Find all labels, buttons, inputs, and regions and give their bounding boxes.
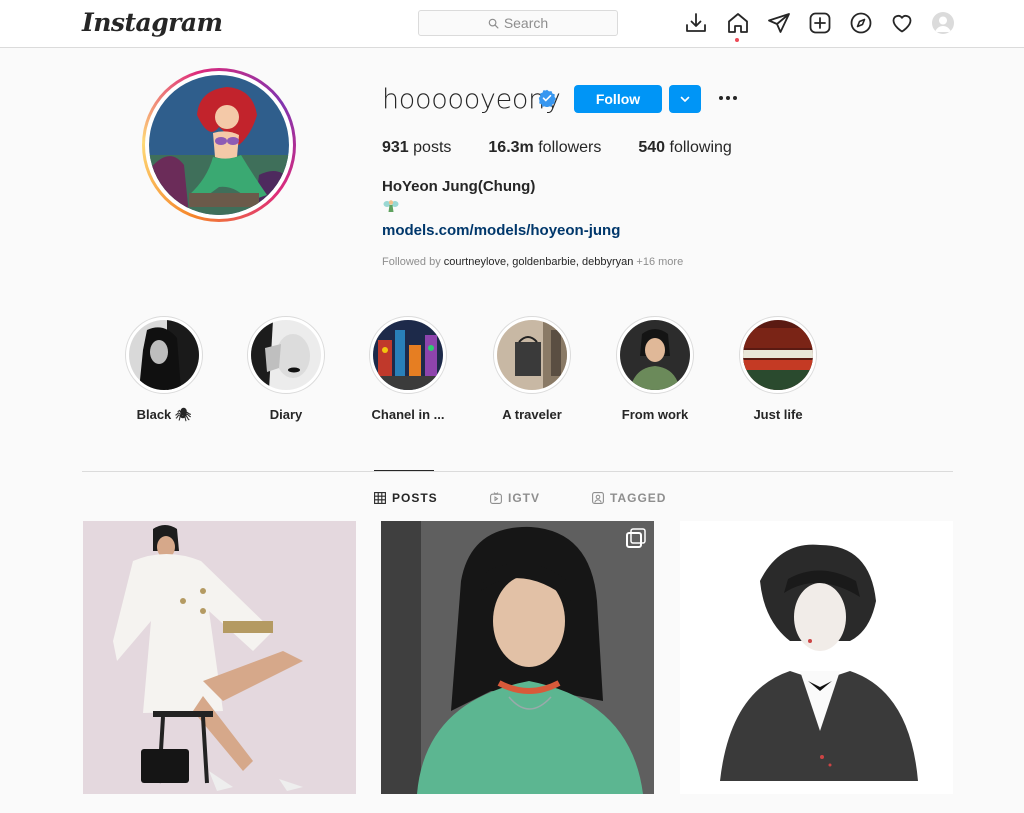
- tab-igtv[interactable]: IGTV: [490, 491, 540, 505]
- download-icon[interactable]: [684, 11, 708, 35]
- tagged-icon: [592, 492, 604, 504]
- more-options-button[interactable]: [716, 88, 740, 108]
- fairy-emoji-icon: [383, 200, 399, 212]
- suggested-accounts-button[interactable]: [669, 85, 701, 113]
- post-thumbnail[interactable]: [83, 521, 356, 794]
- new-post-icon[interactable]: [808, 11, 832, 35]
- highlight-cover: [373, 320, 443, 390]
- dot: [719, 96, 723, 100]
- followers-count[interactable]: 16.3m followers: [488, 139, 601, 157]
- highlight-item[interactable]: Just life: [728, 316, 828, 422]
- highlight-cover: [129, 320, 199, 390]
- highlight-item[interactable]: A traveler: [482, 316, 582, 422]
- search-box[interactable]: Search: [418, 10, 618, 36]
- direct-message-icon[interactable]: [767, 11, 791, 35]
- top-nav-bar: Instagram Search: [0, 0, 1024, 48]
- highlight-cover: [251, 320, 321, 390]
- follow-button[interactable]: Follow: [574, 85, 662, 113]
- home-icon[interactable]: [726, 11, 750, 35]
- instagram-logo[interactable]: Instagram: [82, 8, 223, 37]
- profile-picture-image: [149, 75, 289, 215]
- explore-icon[interactable]: [849, 11, 873, 35]
- highlight-item[interactable]: Black 🕷: [114, 316, 214, 423]
- post-thumbnail[interactable]: [680, 521, 953, 794]
- highlight-cover: [620, 320, 690, 390]
- active-tab-indicator: [374, 470, 434, 471]
- profile-avatar-icon[interactable]: [932, 12, 954, 34]
- igtv-icon: [490, 492, 502, 504]
- profile-full-name: HoYeon Jung(Chung): [382, 178, 536, 195]
- verified-badge-icon: [538, 89, 556, 107]
- dot: [726, 96, 730, 100]
- highlight-item[interactable]: Chanel in ...: [358, 316, 458, 422]
- tabs-divider: [82, 471, 953, 472]
- highlight-cover: [497, 320, 567, 390]
- search-placeholder: Search: [503, 15, 549, 31]
- profile-picture[interactable]: [142, 68, 296, 222]
- profile-username: hoooooyeony: [382, 84, 561, 115]
- followed-by-text[interactable]: Followed by courtneylove, goldenbarbie, …: [382, 256, 683, 268]
- post-image: [381, 521, 654, 794]
- tab-tagged[interactable]: TAGGED: [592, 491, 666, 505]
- home-notification-dot: [735, 38, 739, 42]
- chevron-down-icon: [680, 96, 690, 102]
- profile-stats: 931 posts 16.3m followers 540 following: [382, 139, 769, 157]
- highlight-item[interactable]: Diary: [236, 316, 336, 422]
- bio-website-link[interactable]: models.com/models/hoyeon-jung: [382, 222, 620, 239]
- post-image: [680, 521, 953, 794]
- post-image: [83, 521, 356, 794]
- search-icon: [488, 18, 499, 28]
- highlight-item[interactable]: From work: [605, 316, 705, 422]
- grid-icon: [374, 492, 386, 504]
- activity-heart-icon[interactable]: [890, 11, 914, 35]
- posts-count: 931 posts: [382, 139, 452, 156]
- highlight-cover: [743, 320, 813, 390]
- post-thumbnail[interactable]: [381, 521, 654, 794]
- following-count[interactable]: 540 following: [638, 139, 731, 157]
- tab-posts[interactable]: POSTS: [374, 491, 438, 505]
- dot: [733, 96, 737, 100]
